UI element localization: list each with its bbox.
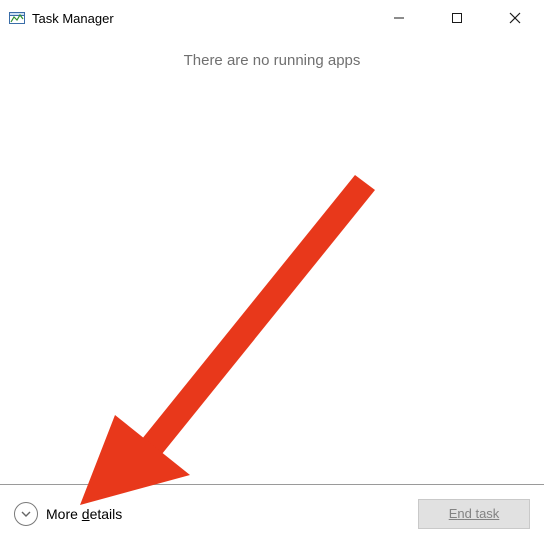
window-title: Task Manager [32, 11, 370, 26]
close-button[interactable] [486, 0, 544, 36]
maximize-button[interactable] [428, 0, 486, 36]
titlebar: Task Manager [0, 0, 544, 36]
bottom-bar: More details End task [0, 484, 544, 542]
task-manager-icon [8, 9, 26, 27]
minimize-button[interactable] [370, 0, 428, 36]
empty-state-message: There are no running apps [0, 36, 544, 69]
more-details-button[interactable]: More details [14, 502, 122, 526]
more-details-label: More details [46, 506, 122, 522]
annotation-arrow-icon [60, 175, 400, 515]
chevron-down-icon [14, 502, 38, 526]
window-controls [370, 0, 544, 36]
end-task-button[interactable]: End task [418, 499, 530, 529]
